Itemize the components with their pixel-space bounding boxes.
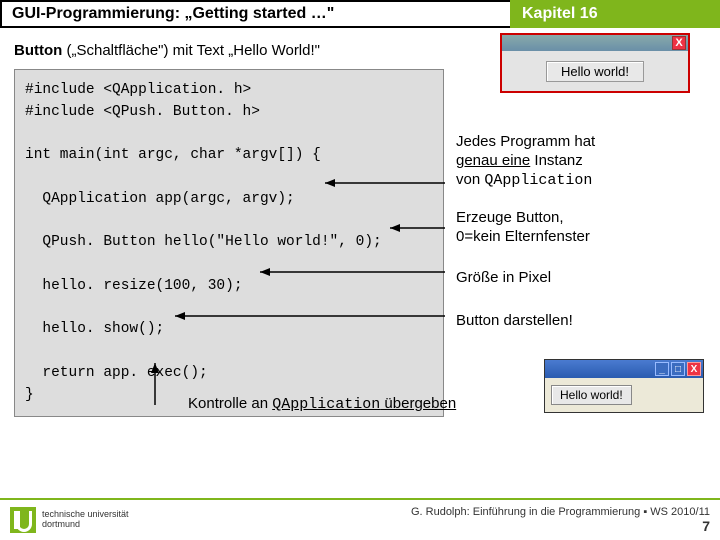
slide-header: GUI-Programmierung: „Getting started …" … xyxy=(0,0,720,28)
screenshot-window: _ □ X Hello world! xyxy=(544,359,704,413)
note-create-button: Erzeuge Button, 0=kein Elternfenster xyxy=(456,209,590,247)
arrow-icon xyxy=(325,178,455,188)
page-number: 7 xyxy=(702,518,710,534)
titlebar: X xyxy=(502,35,688,51)
hello-button[interactable]: Hello world! xyxy=(546,61,644,82)
minimize-icon[interactable]: _ xyxy=(655,362,669,376)
tiny-hello-button[interactable]: Hello world! xyxy=(551,385,632,405)
maximize-icon[interactable]: □ xyxy=(671,362,685,376)
arrow-icon xyxy=(260,267,455,277)
note-show: Button darstellen! xyxy=(456,312,573,331)
window-body: Hello world! xyxy=(502,51,688,91)
arrow-icon xyxy=(150,363,160,413)
header-title: GUI-Programmierung: „Getting started …" xyxy=(0,0,510,28)
code-block: #include <QApplication. h> #include <QPu… xyxy=(14,69,444,417)
header-chapter: Kapitel 16 xyxy=(510,0,720,28)
tiny-body: Hello world! xyxy=(545,378,703,412)
note-qapplication: Jedes Programm hat genau eine Instanz vo… xyxy=(456,133,595,190)
tu-mark-icon xyxy=(10,507,36,533)
footer-credit: G. Rudolph: Einführung in die Programmie… xyxy=(411,506,710,518)
footer: technische universität dortmund G. Rudol… xyxy=(0,498,720,540)
arrow-icon xyxy=(390,223,455,233)
note-size: Größe in Pixel xyxy=(456,269,551,288)
tiny-titlebar: _ □ X xyxy=(545,360,703,378)
arrow-icon xyxy=(175,311,455,321)
close-icon[interactable]: X xyxy=(672,36,686,50)
tu-logo: technische universität dortmund xyxy=(10,507,129,533)
subtitle-bold: Button xyxy=(14,42,62,59)
example-window: X Hello world! xyxy=(500,33,690,93)
slide-body: Button („Schaltfläche") mit Text „Hello … xyxy=(0,28,720,431)
close-icon[interactable]: X xyxy=(687,362,701,376)
bottom-note: Kontrolle an QApplication übergeben xyxy=(188,395,456,413)
subtitle-rest: („Schaltfläche") mit Text „Hello World!" xyxy=(62,42,320,59)
